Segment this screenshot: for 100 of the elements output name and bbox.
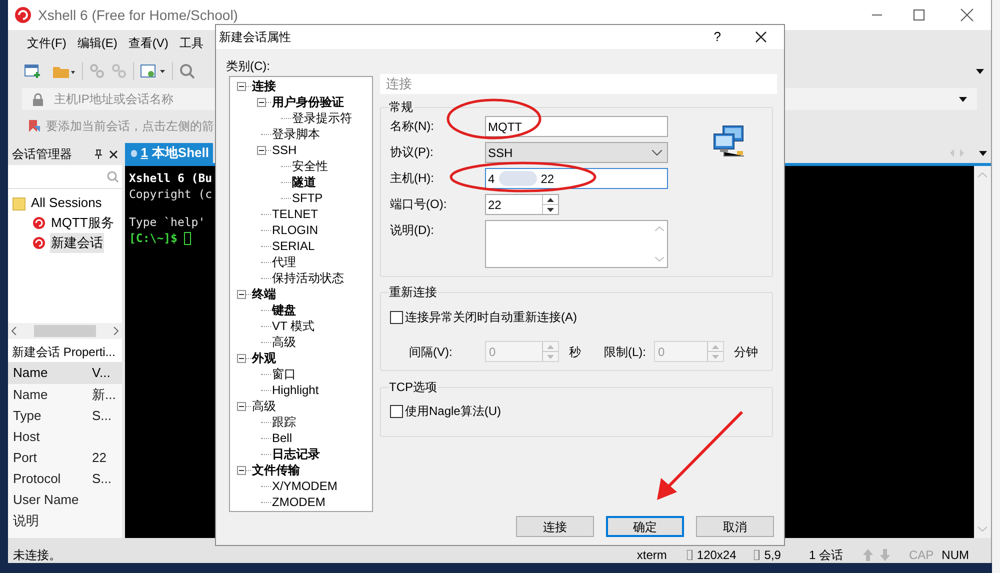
checkbox[interactable] xyxy=(390,404,403,418)
up-down-arrows-icon xyxy=(862,549,893,561)
tree-item[interactable]: SFTP xyxy=(292,189,323,207)
collapse-toggle-icon[interactable] xyxy=(257,98,266,106)
tree-item[interactable]: Highlight xyxy=(272,381,319,399)
host-field[interactable]: 4 22 xyxy=(485,168,668,189)
tree-item[interactable]: 外观 xyxy=(252,349,276,367)
bookmark-icon xyxy=(28,119,40,133)
property-name: User Name xyxy=(13,492,79,507)
session-item[interactable]: All Sessions xyxy=(30,193,103,213)
field-label: 协议(P): xyxy=(390,144,434,161)
close-icon[interactable] xyxy=(755,31,767,43)
tree-item[interactable]: 终端 xyxy=(252,285,276,303)
tree-item[interactable]: 高级 xyxy=(272,333,296,351)
chevron-down-icon[interactable] xyxy=(652,150,662,156)
tree-item[interactable]: VT 模式 xyxy=(272,317,314,335)
tree-item[interactable]: 代理 xyxy=(272,253,296,271)
tree-item[interactable]: 连接 xyxy=(252,77,276,95)
tree-item[interactable]: RLOGIN xyxy=(272,221,318,239)
spin-buttons[interactable] xyxy=(542,195,558,214)
field-label: 类别(C): xyxy=(226,58,271,74)
size-icon xyxy=(686,550,693,560)
maximize-icon[interactable] xyxy=(913,9,925,21)
session-item[interactable]: 新建会话 xyxy=(50,233,104,253)
hint-text: 要添加当前会话，点击左侧的箭 xyxy=(46,118,214,135)
close-icon[interactable] xyxy=(960,8,974,22)
panel-title: 新建会话 Properti... xyxy=(11,344,116,361)
dropdown-caret-icon[interactable] xyxy=(976,68,984,74)
collapse-toggle-icon[interactable] xyxy=(237,82,246,90)
tree-item[interactable]: 安全性 xyxy=(292,157,328,175)
cursor-position-icon xyxy=(754,550,760,560)
interval-spinbox: 0 xyxy=(654,341,724,362)
tree-item[interactable]: SSH xyxy=(272,141,297,159)
property-value: 新... xyxy=(91,386,116,404)
property-name: 说明 xyxy=(13,512,39,528)
checkbox[interactable] xyxy=(390,310,403,324)
horizontal-scrollbar[interactable] xyxy=(8,323,122,339)
key-indicator: CAP xyxy=(908,548,934,562)
tree-item[interactable]: X/YMODEM xyxy=(272,477,338,495)
name-field[interactable]: MQTT xyxy=(485,116,668,137)
protocol-dropdown[interactable]: SSH xyxy=(485,142,668,163)
cursor xyxy=(184,232,192,244)
dropdown-caret-icon[interactable] xyxy=(959,96,967,102)
tree-item[interactable]: ZMODEM xyxy=(272,493,326,511)
folder-icon xyxy=(12,195,26,211)
tree-item[interactable]: 键盘 xyxy=(272,301,296,319)
app-logo-icon xyxy=(14,6,32,24)
tree-item[interactable]: 保持活动状态 xyxy=(272,269,344,287)
menu-item[interactable]: 工具 xyxy=(179,34,204,52)
property-name: Port xyxy=(13,450,37,465)
collapse-toggle-icon[interactable] xyxy=(257,146,266,154)
dropdown-caret-icon[interactable] xyxy=(979,151,987,156)
collapse-toggle-icon[interactable] xyxy=(237,466,246,474)
interval-spinbox: 0 xyxy=(485,341,559,362)
close-icon[interactable] xyxy=(109,150,118,158)
session-item[interactable]: MQTT服务 xyxy=(50,213,115,233)
collapse-toggle-icon[interactable] xyxy=(237,290,246,298)
lock-icon xyxy=(32,92,44,106)
tree-item[interactable]: TELNET xyxy=(272,205,318,223)
tree-item[interactable]: 跟踪 xyxy=(272,413,296,431)
panel-title: 会话管理器 xyxy=(12,146,73,163)
tree-item[interactable]: 登录脚本 xyxy=(272,125,320,143)
help-button[interactable]: ? xyxy=(714,27,721,47)
tree-item[interactable]: 窗口 xyxy=(272,365,296,383)
tree-item[interactable]: Bell xyxy=(272,429,292,447)
column-header: Name xyxy=(12,364,49,382)
property-name: Protocol xyxy=(13,470,61,486)
port-spinbox[interactable]: 22 xyxy=(485,194,559,215)
field-label: 间隔(V): xyxy=(409,344,454,360)
search-icon[interactable] xyxy=(179,63,195,79)
property-value: S... xyxy=(91,470,112,488)
property-name: Name xyxy=(13,386,48,402)
pin-icon[interactable] xyxy=(94,149,103,159)
tree-item[interactable]: 用户身份验证 xyxy=(272,93,344,111)
search-icon xyxy=(107,170,119,182)
tree-item[interactable]: 日志记录 xyxy=(272,445,320,463)
settings-icon[interactable] xyxy=(140,63,166,79)
property-value: 22 xyxy=(91,448,106,467)
terminal-tab[interactable]: 1 本地Shell xyxy=(125,143,213,163)
menu-item[interactable]: 文件(F) xyxy=(27,34,66,52)
collapse-toggle-icon[interactable] xyxy=(237,354,246,362)
terminal-line: Copyright (c xyxy=(129,186,212,202)
tree-item[interactable]: 文件传输 xyxy=(252,461,300,479)
field-label: 名称(N): xyxy=(390,118,435,135)
menu-item[interactable]: 查看(V) xyxy=(128,34,168,52)
dialog-button[interactable]: 确定 xyxy=(606,516,684,537)
property-value: S... xyxy=(91,406,112,425)
collapse-toggle-icon[interactable] xyxy=(237,402,246,410)
new-session-icon[interactable] xyxy=(24,63,42,79)
tree-item[interactable]: 隧道 xyxy=(292,173,316,191)
menu-item[interactable]: 编辑(E) xyxy=(77,34,118,52)
checkbox-label: 使用Nagle算法(U) xyxy=(405,403,502,420)
dialog-button[interactable]: 取消 xyxy=(696,516,774,537)
tree-item[interactable]: SERIAL xyxy=(272,237,315,255)
dialog-button[interactable]: 连接 xyxy=(516,516,594,537)
cursor-position: 5,9 xyxy=(764,548,781,562)
terminal-line: Xshell 6 (Bu xyxy=(129,170,212,186)
section-header: 连接 xyxy=(380,74,777,94)
tree-item[interactable]: 登录提示符 xyxy=(292,109,352,127)
tree-item[interactable]: 高级 xyxy=(252,397,276,415)
